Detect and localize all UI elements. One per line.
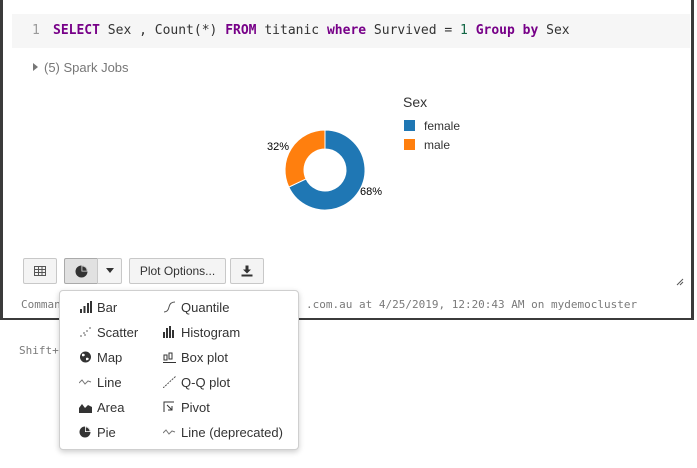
menu-item-label: Pie xyxy=(97,425,116,440)
code-token: Sex , Count(*) xyxy=(99,23,226,38)
resize-handle-icon[interactable] xyxy=(676,278,684,286)
spark-jobs-toggle[interactable]: (5) Spark Jobs xyxy=(33,60,129,75)
menu-item-label: Quantile xyxy=(181,300,230,315)
legend-item-female[interactable]: female xyxy=(404,119,460,133)
menu-item-label: Scatter xyxy=(97,325,139,340)
plot-type-menu: Bar Scatter Map Line Area Pie Quantile Histogra… xyxy=(59,290,299,450)
download-icon xyxy=(241,265,253,277)
code-token: 1 xyxy=(460,23,468,38)
caret-down-icon xyxy=(105,268,114,273)
slice-label-male: 32% xyxy=(267,141,290,153)
menu-item-label: Area xyxy=(97,400,125,415)
code-token: Group xyxy=(475,23,515,38)
plot-options-button[interactable]: Plot Options... xyxy=(129,258,226,284)
spark-jobs-label: (5) Spark Jobs xyxy=(44,60,129,75)
table-view-button[interactable] xyxy=(23,258,57,284)
table-icon xyxy=(34,266,46,276)
legend-swatch-female xyxy=(404,120,415,131)
chart-type-dropdown-toggle[interactable] xyxy=(97,258,122,284)
code-token: FROM xyxy=(225,23,257,38)
menu-item-label: Map xyxy=(97,350,123,365)
code-line[interactable]: SELECT Sex , Count(*) FROM titanic where… xyxy=(53,14,570,48)
menu-item-label: Pivot xyxy=(181,400,210,415)
code-token: titanic xyxy=(256,23,327,38)
chart-legend: Sex female male xyxy=(403,94,460,152)
slice-male[interactable] xyxy=(284,129,326,188)
legend-item-male[interactable]: male xyxy=(404,138,450,152)
menu-item-label: Box plot xyxy=(181,350,228,365)
slice-label-female: 68% xyxy=(360,186,383,198)
code-token: where xyxy=(326,23,367,38)
code-token: by xyxy=(522,23,539,38)
menu-item-label: Q-Q plot xyxy=(181,375,231,390)
code-token: SELECT xyxy=(53,23,100,38)
menu-item-label: Bar xyxy=(97,300,118,315)
line-number: 1 xyxy=(32,23,40,38)
menu-item-label: Histogram xyxy=(181,325,241,340)
command-status-left: Comman xyxy=(21,298,61,311)
notebook-cell: 1 SELECT Sex , Count(*) FROM titanic whe… xyxy=(0,0,694,320)
code-token: Sex xyxy=(538,23,570,38)
shortcut-hint: Shift+ xyxy=(19,344,59,357)
legend-label-male: male xyxy=(424,138,451,152)
pie-chart-icon xyxy=(75,265,87,278)
menu-item-label: Line (deprecated) xyxy=(181,425,283,440)
code-editor[interactable]: 1 SELECT Sex , Count(*) FROM titanic whe… xyxy=(12,14,690,48)
legend-title: Sex xyxy=(403,94,428,110)
chart-view-button[interactable] xyxy=(64,258,98,284)
legend-label-female: female xyxy=(424,119,461,133)
expand-triangle-icon xyxy=(33,63,38,71)
command-status-right: .com.au at 4/25/2019, 12:20:43 AM on myd… xyxy=(306,298,638,311)
legend-swatch-male xyxy=(404,139,415,150)
menu-item-label: Line xyxy=(97,375,122,390)
code-token: Survived = xyxy=(366,23,461,38)
download-button[interactable] xyxy=(230,258,264,284)
